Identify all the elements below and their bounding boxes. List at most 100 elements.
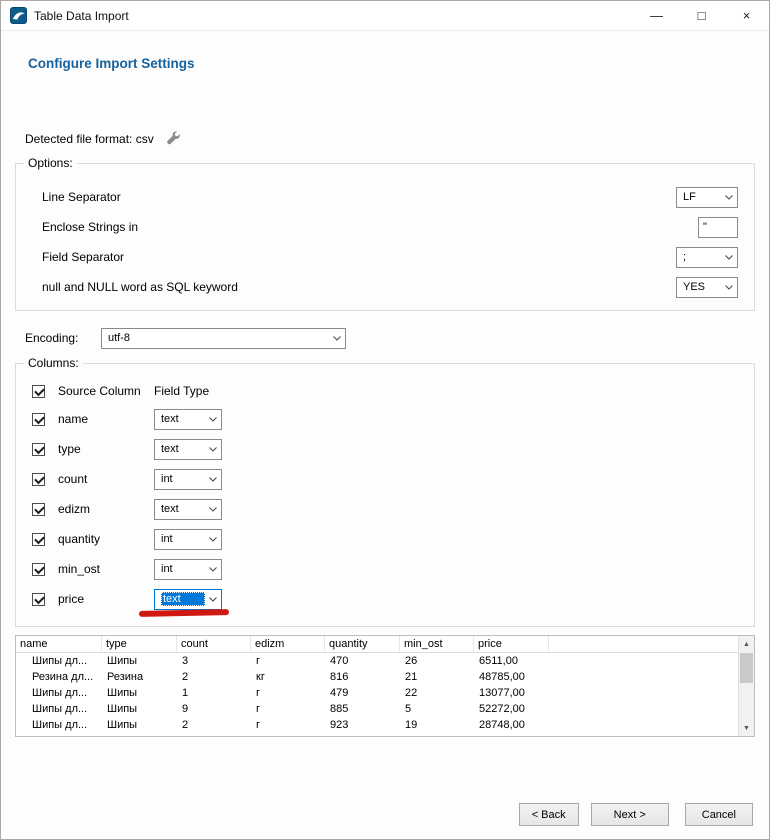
encoding-select[interactable]: utf-8 — [101, 328, 346, 349]
preview-col-header-quantity[interactable]: quantity — [325, 636, 400, 653]
app-icon — [10, 7, 27, 24]
null-keyword-row: null and NULL word as SQL keyword YES — [32, 272, 738, 302]
preview-col-header-filler — [549, 636, 738, 653]
cell-quantity: 885 — [325, 701, 400, 717]
scrollbar-thumb[interactable] — [740, 653, 753, 683]
column-row-price: price text — [32, 584, 738, 614]
column-checkbox-type[interactable] — [32, 443, 45, 456]
minimize-button[interactable]: — — [634, 1, 679, 30]
column-row-count: count int — [32, 464, 738, 494]
line-separator-label: Line Separator — [32, 190, 121, 204]
table-row[interactable]: Резина дл... Резина 2 кг 816 21 48785,00 — [16, 669, 738, 685]
cell-min-ost: 19 — [400, 717, 474, 733]
chevron-down-icon — [209, 447, 217, 452]
preview-col-header-price[interactable]: price — [474, 636, 549, 653]
field-type-select-name[interactable]: text — [154, 409, 222, 430]
chevron-down-icon — [209, 597, 217, 602]
column-checkbox-quantity[interactable] — [32, 533, 45, 546]
table-row[interactable]: Шипы дл... Шипы 1 г 479 22 13077,00 — [16, 685, 738, 701]
field-type-select-type[interactable]: text — [154, 439, 222, 460]
columns-header-row: Source Column Field Type — [32, 378, 738, 404]
field-type-select-price[interactable]: text — [154, 589, 222, 610]
encoding-row: Encoding: utf-8 — [15, 327, 755, 349]
table-row[interactable]: Шипы дл... Шипы 2 г 923 19 28748,00 — [16, 717, 738, 733]
field-separator-label: Field Separator — [32, 250, 124, 264]
column-name-label: min_ost — [58, 562, 154, 576]
chevron-down-icon — [725, 195, 733, 200]
null-keyword-select[interactable]: YES — [676, 277, 738, 298]
window-controls: — □ × — [634, 1, 769, 30]
cell-edizm: г — [251, 701, 325, 717]
column-name-label: edizm — [58, 502, 154, 516]
line-separator-row: Line Separator LF — [32, 182, 738, 212]
cancel-button[interactable]: Cancel — [685, 803, 753, 826]
close-button[interactable]: × — [724, 1, 769, 30]
preview-col-header-name[interactable]: name — [16, 636, 102, 653]
cell-count: 9 — [177, 701, 251, 717]
scroll-up-icon[interactable]: ▲ — [739, 636, 754, 652]
field-separator-select[interactable]: ; — [676, 247, 738, 268]
cell-filler — [549, 669, 738, 685]
preview-table-inner: name type count edizm quantity min_ost p… — [16, 636, 738, 733]
preview-col-header-min-ost[interactable]: min_ost — [400, 636, 474, 653]
field-type-select-edizm[interactable]: text — [154, 499, 222, 520]
column-checkbox-edizm[interactable] — [32, 503, 45, 516]
titlebar[interactable]: Table Data Import — □ × — [1, 1, 769, 31]
column-row-min-ost: min_ost int — [32, 554, 738, 584]
preview-col-header-count[interactable]: count — [177, 636, 251, 653]
cell-price: 6511,00 — [474, 653, 549, 669]
preview-table: name type count edizm quantity min_ost p… — [15, 635, 755, 737]
detected-format-row: Detected file format: csv — [25, 130, 755, 148]
wrench-icon[interactable] — [166, 131, 182, 147]
cell-name: Шипы дл... — [16, 701, 102, 717]
field-type-select-quantity[interactable]: int — [154, 529, 222, 550]
cell-price: 28748,00 — [474, 717, 549, 733]
line-separator-select[interactable]: LF — [676, 187, 738, 208]
column-name-label: quantity — [58, 532, 154, 546]
table-row[interactable]: Шипы дл... Шипы 9 г 885 5 52272,00 — [16, 701, 738, 717]
maximize-button[interactable]: □ — [679, 1, 724, 30]
field-type-select-count[interactable]: int — [154, 469, 222, 490]
cell-filler — [549, 717, 738, 733]
field-type-value: int — [161, 533, 205, 545]
cell-min-ost: 26 — [400, 653, 474, 669]
preview-col-header-edizm[interactable]: edizm — [251, 636, 325, 653]
next-button[interactable]: Next > — [591, 803, 669, 826]
chevron-down-icon — [209, 417, 217, 422]
column-checkbox-min-ost[interactable] — [32, 563, 45, 576]
enclose-strings-input[interactable] — [698, 217, 738, 238]
annotation-red-underline — [139, 609, 229, 617]
cell-edizm: г — [251, 717, 325, 733]
back-button[interactable]: < Back — [519, 803, 579, 826]
column-name-label: name — [58, 412, 154, 426]
field-separator-value: ; — [683, 251, 721, 263]
cell-count: 2 — [177, 669, 251, 685]
column-name-label: count — [58, 472, 154, 486]
vertical-scrollbar[interactable]: ▲ ▼ — [738, 636, 754, 736]
cell-min-ost: 21 — [400, 669, 474, 685]
page-title: Configure Import Settings — [15, 31, 755, 71]
cell-price: 48785,00 — [474, 669, 549, 685]
cell-name: Шипы дл... — [16, 685, 102, 701]
cell-count: 2 — [177, 717, 251, 733]
table-row[interactable]: Шипы дл... Шипы 3 г 470 26 6511,00 — [16, 653, 738, 669]
preview-col-header-type[interactable]: type — [102, 636, 177, 653]
column-row-name: name text — [32, 404, 738, 434]
column-row-type: type text — [32, 434, 738, 464]
line-separator-value: LF — [683, 191, 721, 203]
column-checkbox-name[interactable] — [32, 413, 45, 426]
cell-min-ost: 22 — [400, 685, 474, 701]
column-row-quantity: quantity int — [32, 524, 738, 554]
encoding-value: utf-8 — [108, 332, 329, 344]
column-checkbox-price[interactable] — [32, 593, 45, 606]
columns-group: Columns: Source Column Field Type name t… — [15, 363, 755, 627]
table-data-import-window: Table Data Import — □ × Configure Import… — [0, 0, 770, 840]
cell-filler — [549, 685, 738, 701]
column-checkbox-count[interactable] — [32, 473, 45, 486]
field-type-select-min-ost[interactable]: int — [154, 559, 222, 580]
cell-min-ost: 5 — [400, 701, 474, 717]
select-all-checkbox[interactable] — [32, 385, 45, 398]
field-type-value: text — [161, 503, 205, 515]
scroll-down-icon[interactable]: ▼ — [739, 720, 754, 736]
cell-name: Резина дл... — [16, 669, 102, 685]
